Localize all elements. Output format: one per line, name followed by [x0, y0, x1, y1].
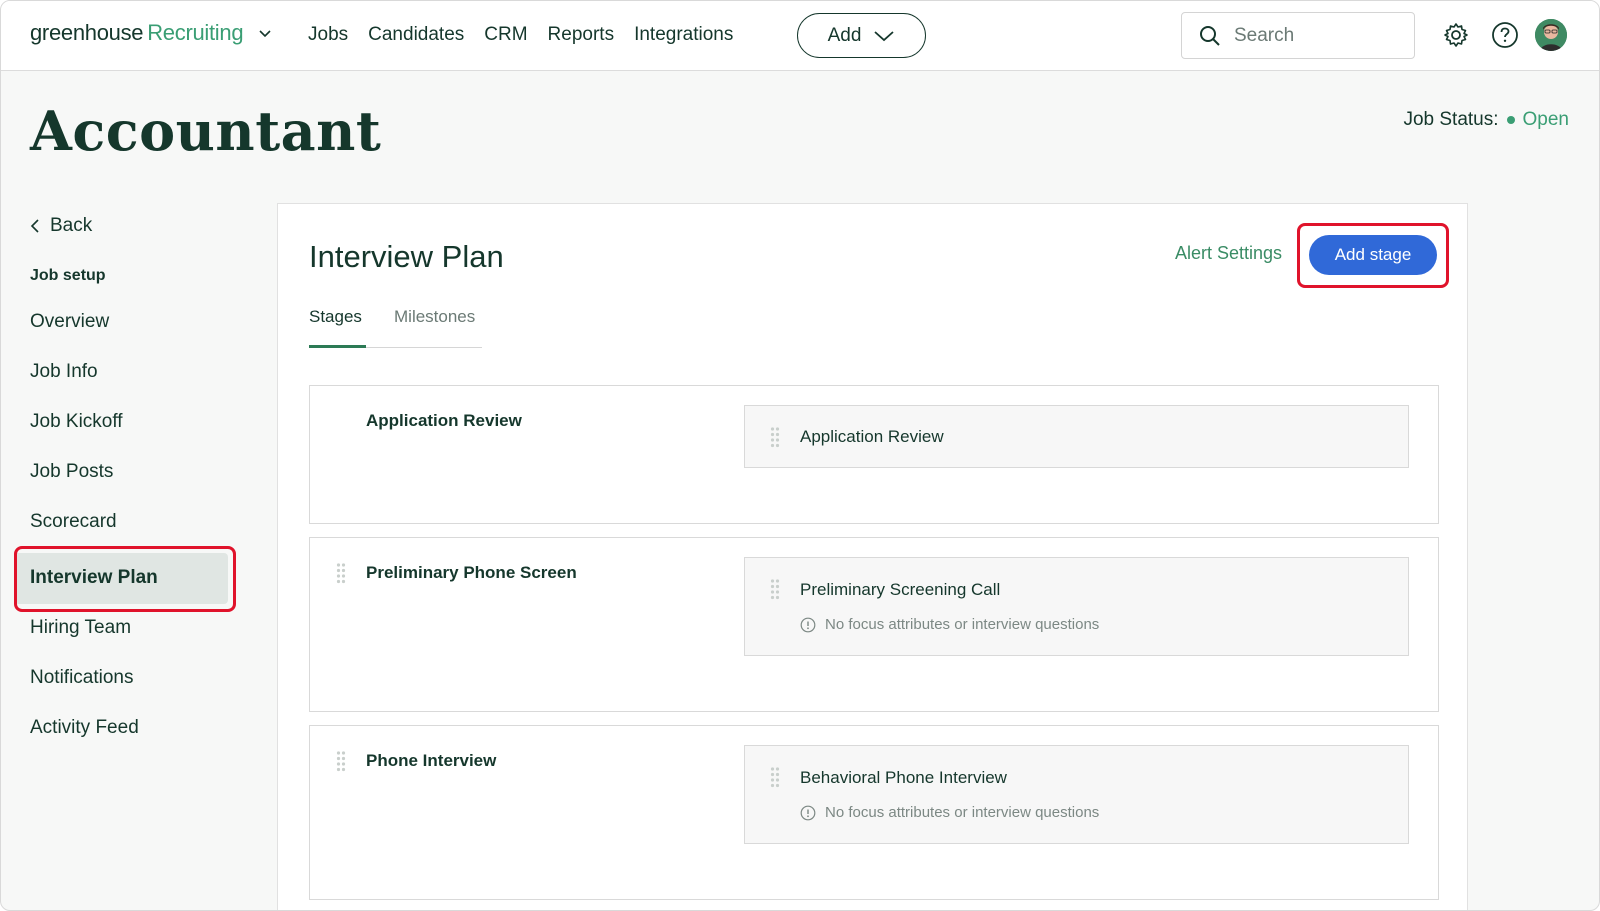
interview-item[interactable]: Application Review	[744, 405, 1409, 468]
interview-note-text: No focus attributes or interview questio…	[825, 616, 1100, 633]
interview-name: Application Review	[800, 427, 944, 446]
sidebar-section-heading: Job setup	[30, 267, 106, 284]
info-icon	[800, 617, 816, 632]
chevron-down-icon	[874, 30, 895, 41]
sidebar-item-hiring-team[interactable]: Hiring Team	[30, 617, 131, 639]
interview-warning: No focus attributes or interview questio…	[800, 804, 1099, 821]
gear-icon	[1444, 23, 1468, 47]
help-icon	[1492, 22, 1518, 48]
highlight-interview-plan	[14, 546, 236, 612]
sidebar-item-notifications[interactable]: Notifications	[30, 667, 134, 689]
job-status-label: Job Status:	[1403, 109, 1499, 130]
interview-item[interactable]: Behavioral Phone Interview No focus attr…	[744, 745, 1409, 844]
add-menu-button[interactable]: Add	[797, 13, 926, 58]
interview-name: Preliminary Screening Call	[800, 580, 1001, 599]
top-navbar: greenhouse Recruiting Jobs Candidates CR…	[1, 1, 1599, 71]
job-status: Job Status: Open	[1403, 109, 1569, 131]
drag-handle-icon[interactable]	[770, 426, 780, 448]
sidebar-item-activity-feed[interactable]: Activity Feed	[30, 717, 139, 739]
stage-card: Phone Interview Behavioral Phone Intervi…	[309, 725, 1439, 900]
sidebar-item-job-posts[interactable]: Job Posts	[30, 461, 113, 483]
nav-link-integrations[interactable]: Integrations	[634, 24, 733, 46]
interview-note-text: No focus attributes or interview questio…	[825, 804, 1100, 821]
highlight-add-stage	[1297, 223, 1449, 288]
sidebar-item-overview[interactable]: Overview	[30, 311, 109, 333]
panel-title: Interview Plan	[309, 239, 504, 274]
tab-stages[interactable]: Stages	[309, 307, 362, 327]
interview-name: Behavioral Phone Interview	[800, 768, 1007, 787]
help-button[interactable]	[1491, 21, 1519, 49]
primary-nav: Jobs Candidates CRM Reports Integrations	[308, 24, 733, 46]
drag-handle-icon[interactable]	[336, 562, 346, 584]
app-window: greenhouse Recruiting Jobs Candidates CR…	[0, 0, 1600, 911]
alert-settings-link[interactable]: Alert Settings	[1175, 243, 1282, 264]
settings-button[interactable]	[1442, 21, 1470, 49]
status-dot-icon	[1506, 116, 1515, 124]
back-label: Back	[50, 215, 93, 236]
stage-card: Application Review Application Review	[309, 385, 1439, 524]
brand-product-name: Recruiting	[147, 20, 244, 45]
active-tab-indicator	[309, 345, 366, 348]
brand-logo-text: greenhouse	[30, 20, 144, 45]
drag-handle-icon[interactable]	[336, 750, 346, 772]
back-link[interactable]: Back	[30, 215, 92, 237]
stage-name: Phone Interview	[366, 751, 497, 770]
search-icon	[1200, 25, 1220, 46]
tab-milestones[interactable]: Milestones	[394, 307, 475, 327]
interview-item[interactable]: Preliminary Screening Call No focus attr…	[744, 557, 1409, 656]
nav-link-crm[interactable]: CRM	[484, 24, 527, 46]
add-button-label: Add	[827, 24, 862, 46]
search-input[interactable]	[1234, 24, 1394, 47]
plan-tabs: Stages Milestones	[309, 305, 482, 348]
search-box[interactable]	[1181, 12, 1415, 59]
job-status-value[interactable]: Open	[1523, 109, 1569, 131]
stage-name: Application Review	[366, 411, 522, 430]
drag-handle-icon[interactable]	[770, 578, 780, 600]
user-avatar-image	[1535, 19, 1567, 51]
user-avatar[interactable]	[1535, 19, 1567, 51]
info-icon	[800, 805, 816, 820]
drag-handle-icon[interactable]	[770, 766, 780, 788]
page-title: Accountant	[30, 99, 382, 163]
stage-name: Preliminary Phone Screen	[366, 563, 577, 582]
brand-menu[interactable]: greenhouse Recruiting	[30, 20, 273, 46]
nav-link-candidates[interactable]: Candidates	[368, 24, 464, 46]
chevron-left-icon	[30, 219, 39, 233]
interview-warning: No focus attributes or interview questio…	[800, 616, 1099, 633]
sidebar-item-job-kickoff[interactable]: Job Kickoff	[30, 411, 123, 433]
sidebar-item-job-info[interactable]: Job Info	[30, 361, 98, 383]
nav-link-jobs[interactable]: Jobs	[308, 24, 348, 46]
chevron-down-icon	[259, 30, 271, 38]
sidebar-item-scorecard[interactable]: Scorecard	[30, 511, 117, 533]
stage-card: Preliminary Phone Screen Preliminary Scr…	[309, 537, 1439, 712]
nav-link-reports[interactable]: Reports	[548, 24, 615, 46]
